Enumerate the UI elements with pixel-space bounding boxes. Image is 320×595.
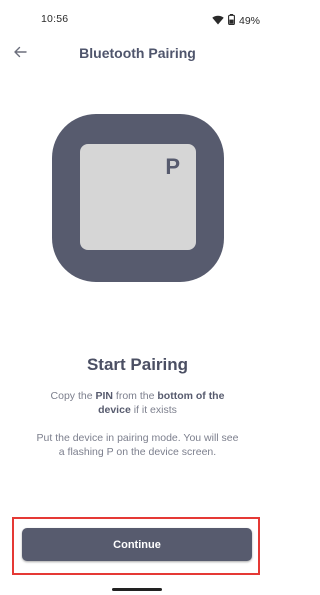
- header: Bluetooth Pairing: [0, 40, 275, 70]
- instruction-pin-mid: from the: [113, 390, 158, 402]
- instruction-pin-post: if it exists: [130, 404, 177, 416]
- instruction-pin: Copy the PIN from the bottom of the devi…: [38, 389, 237, 417]
- status-bar: 10:56 49%: [0, 0, 275, 40]
- section-title: Start Pairing: [86, 355, 189, 374]
- instruction-pin-bold: PIN: [95, 390, 114, 402]
- wifi-icon: [212, 12, 224, 30]
- device-screen: P: [80, 144, 196, 250]
- battery-icon: [228, 12, 235, 30]
- device-screen-letter: P: [165, 154, 180, 179]
- device-illustration: P: [52, 114, 224, 282]
- status-icons: 49%: [212, 12, 260, 30]
- page-title: Bluetooth Pairing: [79, 45, 196, 61]
- instruction-pairing-mode: Put the device in pairing mode. You will…: [36, 432, 239, 458]
- home-indicator: [112, 588, 162, 591]
- continue-button[interactable]: Continue: [22, 528, 252, 561]
- battery-percent: 49%: [238, 15, 260, 27]
- screen: 10:56 49% Bluetooth Pairing P Start Pair…: [0, 0, 275, 595]
- instruction-pin-pre: Copy the: [50, 390, 96, 402]
- status-time: 10:56: [41, 13, 69, 25]
